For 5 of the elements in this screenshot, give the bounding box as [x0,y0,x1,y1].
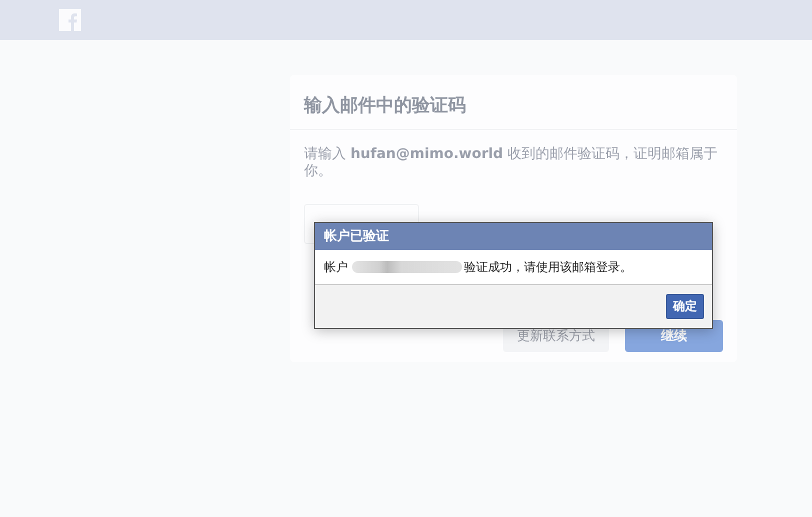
description: 请输入 hufan@mimo.world 收到的邮件验证码，证明邮箱属于你。 [304,146,719,180]
message-text: 帐户 [324,258,348,276]
card-title: 输入邮件中的验证码 [290,75,737,130]
message-text: 验证成功，请使用该邮箱登录。 [464,258,632,276]
dialog-title: 帐户已验证 [315,223,712,250]
